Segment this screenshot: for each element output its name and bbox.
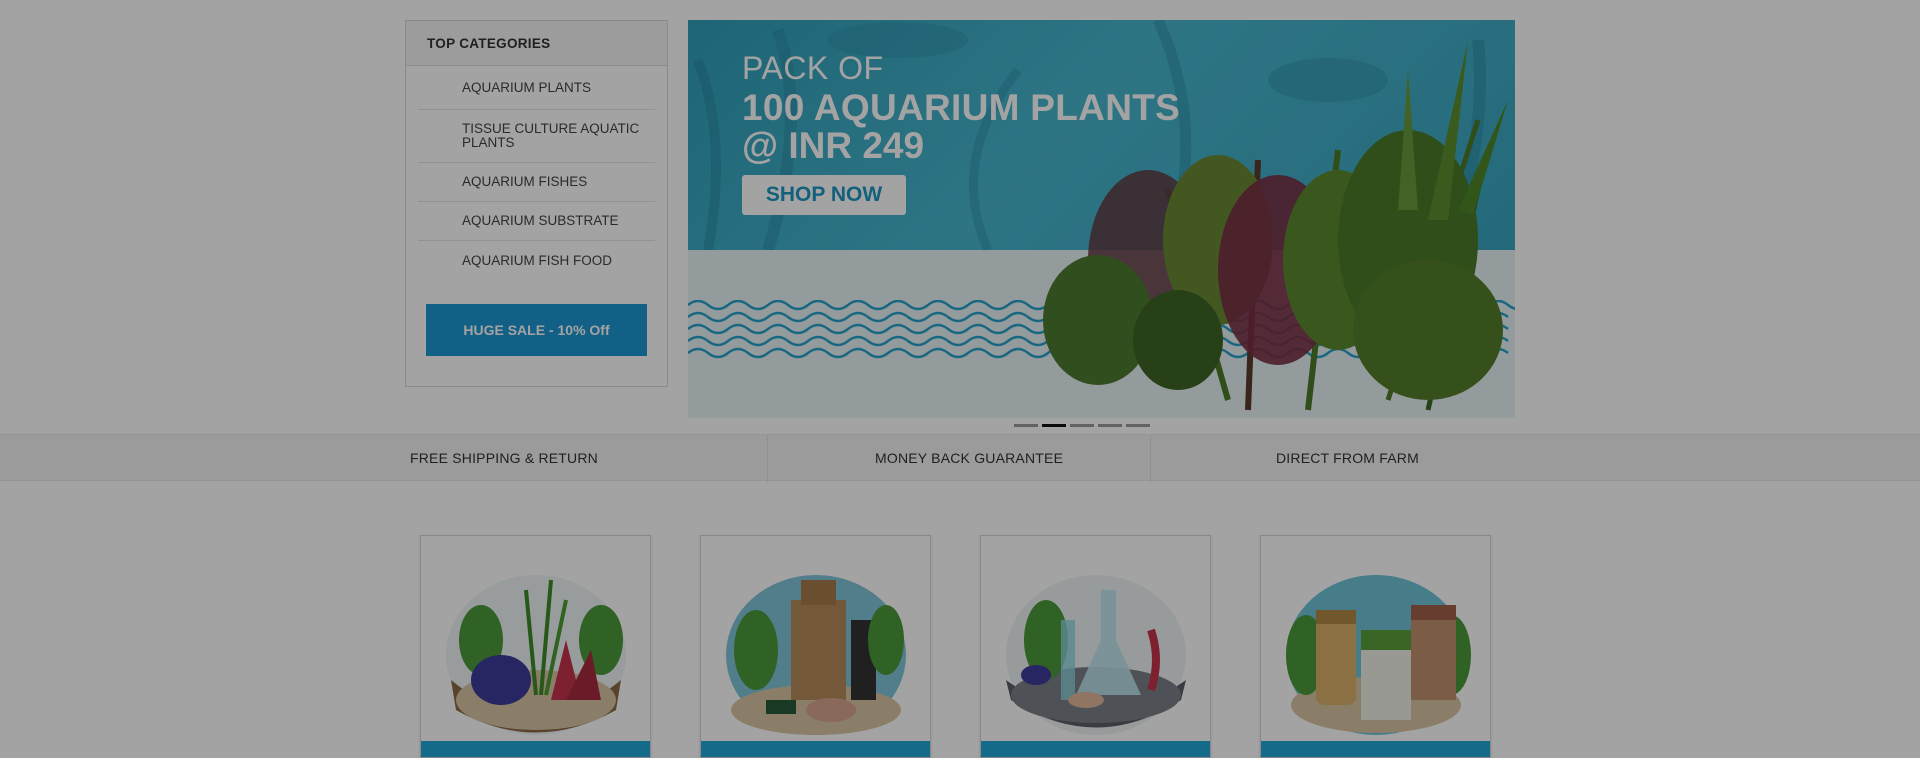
page: TOP CATEGORIES AQUARIUM PLANTS TISSUE CU… <box>0 0 1920 758</box>
modal-backdrop-overlay[interactable] <box>0 0 1920 758</box>
